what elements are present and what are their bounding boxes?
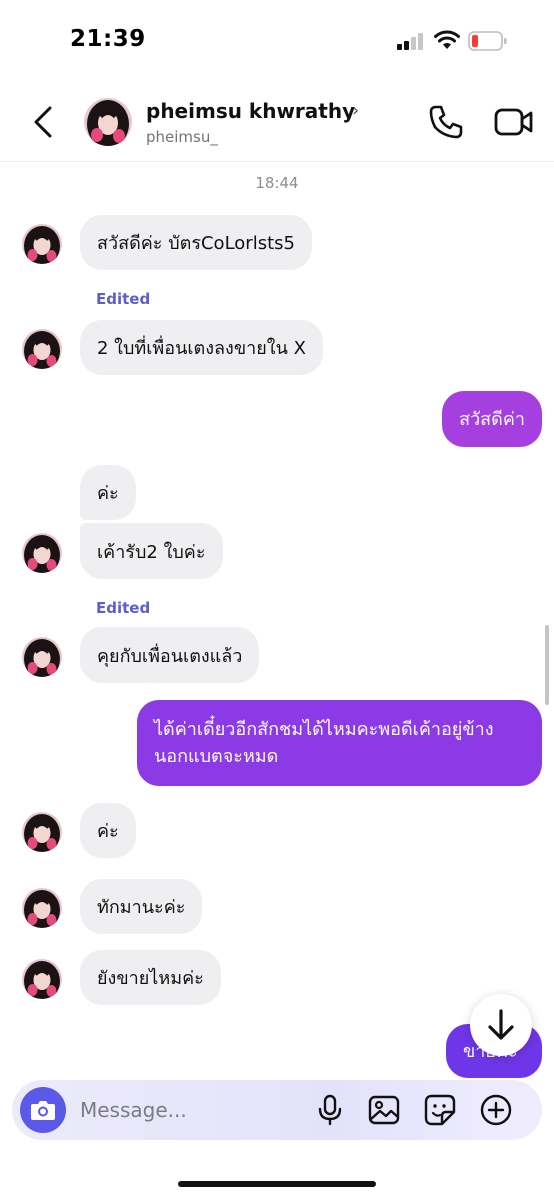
camera-icon	[31, 1101, 55, 1120]
sender-avatar[interactable]	[22, 533, 62, 573]
sender-avatar[interactable]	[22, 224, 62, 264]
edited-label: Edited	[96, 599, 151, 617]
sender-avatar[interactable]	[22, 637, 62, 677]
sender-avatar[interactable]	[22, 888, 62, 928]
incoming-message-bubble[interactable]: 2 ใบที่เพื่อนเตงลงขายใน X	[80, 320, 323, 375]
plus-circle-icon[interactable]	[480, 1094, 512, 1126]
status-time: 21:39	[70, 26, 146, 52]
sticker-icon[interactable]	[424, 1094, 456, 1126]
chat-header: pheimsu khwrathy › pheimsu_	[0, 80, 554, 162]
contact-avatar[interactable]	[84, 98, 132, 146]
incoming-message-bubble[interactable]: ทักมานะค่ะ	[80, 879, 203, 934]
status-bar: 21:39	[0, 0, 554, 80]
contact-name[interactable]: pheimsu khwrathy	[146, 99, 355, 123]
chevron-right-icon[interactable]: ›	[352, 100, 359, 121]
microphone-icon[interactable]	[314, 1094, 346, 1126]
incoming-message-bubble[interactable]: คุยกับเพื่อนเตงแล้ว	[80, 627, 260, 683]
edited-label: Edited	[96, 290, 151, 308]
sender-avatar[interactable]	[22, 329, 62, 369]
incoming-message-bubble[interactable]: สวัสดีค่ะ บัตรCoLorlsts5	[80, 215, 312, 270]
image-icon[interactable]	[368, 1094, 400, 1126]
home-indicator	[178, 1181, 376, 1187]
outgoing-message-bubble[interactable]: ได้ค่าเดี๋ยวอีกสักชมได้ไหมคะพอดีเค้าอยู่…	[137, 700, 542, 786]
incoming-message-bubble[interactable]: ยังขายไหมค่ะ	[80, 950, 221, 1005]
video-camera-icon[interactable]	[494, 106, 534, 138]
chevron-left-icon[interactable]	[28, 104, 60, 140]
incoming-message-bubble[interactable]: ค่ะ	[80, 803, 136, 858]
outgoing-message-bubble[interactable]: สวัสดีค่า	[442, 391, 542, 447]
sender-avatar[interactable]	[22, 812, 62, 852]
camera-button[interactable]	[20, 1087, 66, 1133]
scroll-to-bottom-button[interactable]	[470, 994, 532, 1056]
battery-low-icon	[468, 31, 507, 51]
cellular-signal-icon	[397, 33, 423, 50]
sender-avatar[interactable]	[22, 959, 62, 999]
incoming-message-bubble[interactable]: ค่ะ	[80, 465, 136, 520]
message-thread[interactable]: 18:44	[0, 162, 554, 1080]
message-input[interactable]	[80, 1092, 300, 1128]
message-composer	[12, 1080, 542, 1140]
chat-timestamp: 18:44	[255, 174, 299, 192]
phone-icon[interactable]	[428, 104, 464, 140]
scrollbar[interactable]	[545, 625, 549, 705]
contact-handle: pheimsu_	[146, 128, 218, 146]
incoming-message-bubble[interactable]: เค้ารับ2 ใบค่ะ	[80, 523, 223, 579]
wifi-icon	[434, 30, 460, 49]
arrow-down-icon	[488, 1009, 514, 1040]
